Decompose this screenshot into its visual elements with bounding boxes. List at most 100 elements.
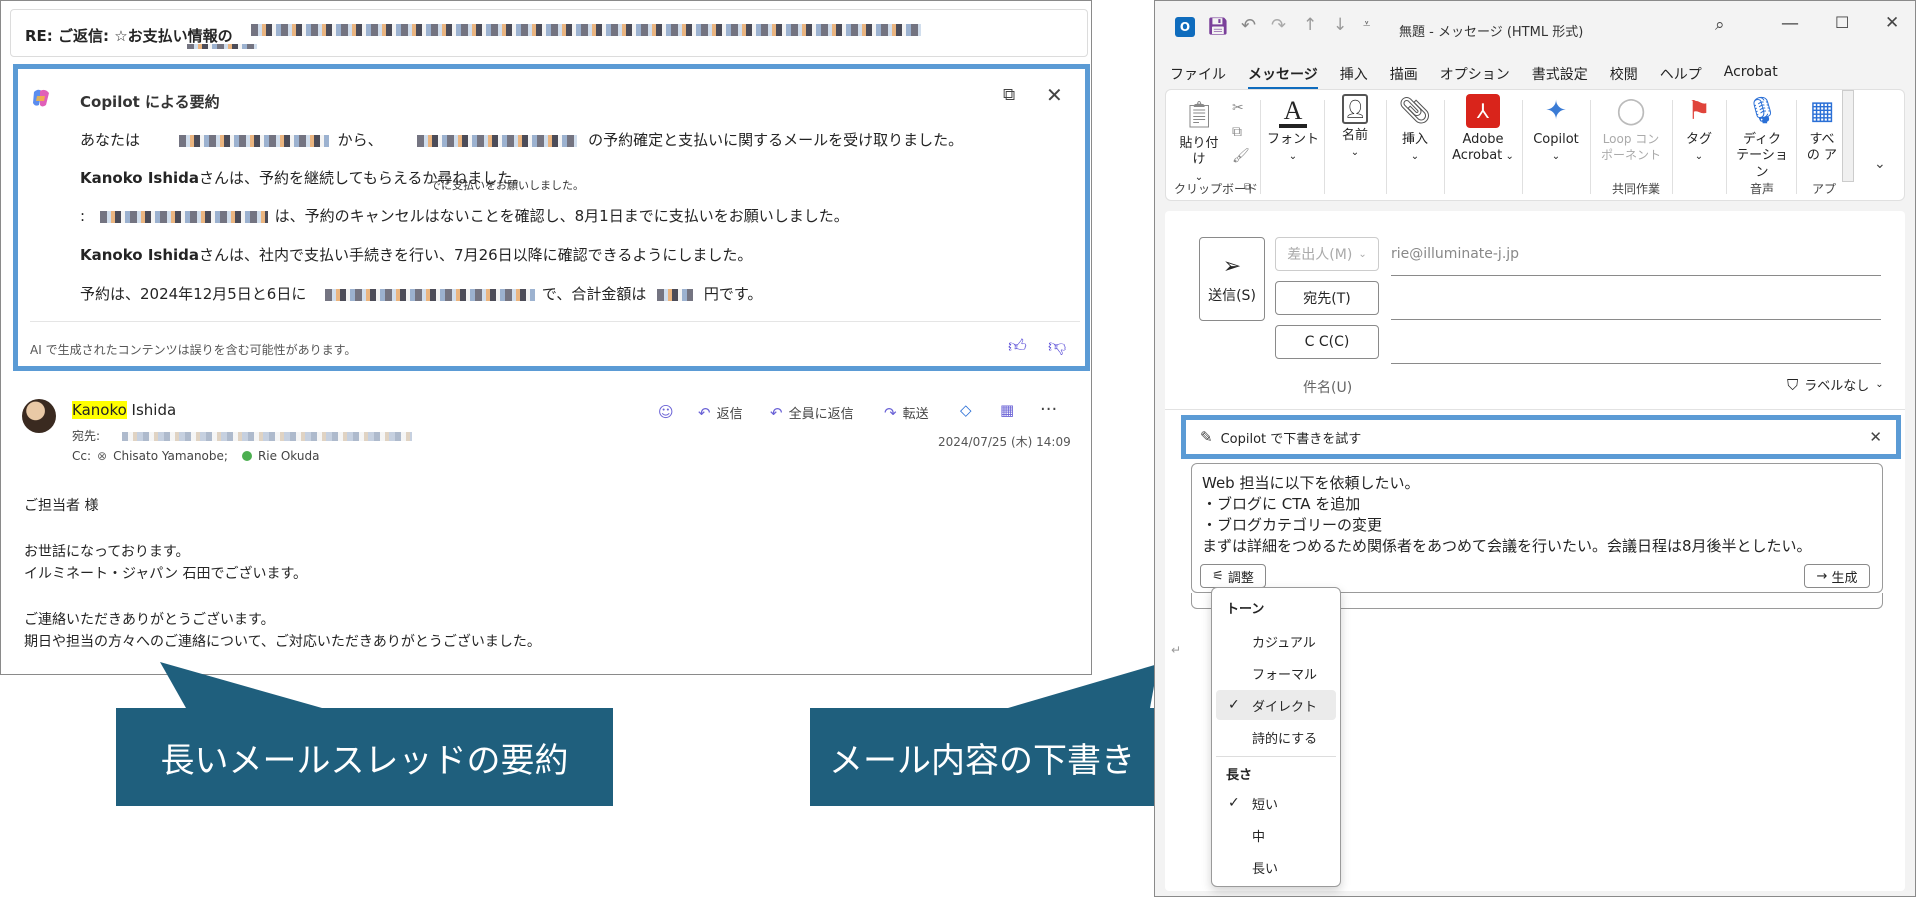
copilot-icon [30, 87, 52, 109]
length-option-short[interactable]: ✓ 短い [1216, 788, 1336, 818]
copy-icon[interactable]: ⧉ [1003, 85, 1015, 105]
from-button[interactable]: 差出人(M) ⌄ [1275, 237, 1379, 271]
generate-button[interactable]: → 生成 [1804, 564, 1870, 588]
check-icon: ✓ [1228, 697, 1240, 713]
undo-icon[interactable]: ↶ [1241, 15, 1256, 36]
outlook-compose-window: O 💾︎ ↶ ↷ ↑ ↓ ⩡ 無題 - メッセージ (HTML 形式) ⌕ — … [1154, 0, 1916, 897]
tone-option-direct[interactable]: ✓ ダイレクト [1216, 690, 1336, 720]
summary-divider [30, 321, 1080, 322]
adjust-dropdown-menu: トーン カジュアル フォーマル ✓ ダイレクト 詩的にする 長さ ✓ 短い 中 長い [1211, 587, 1341, 887]
ribbon-separator [1444, 100, 1445, 194]
from-value: rie@illuminate-j.jp [1391, 246, 1520, 262]
send-icon: ➢ [1222, 253, 1242, 279]
tab-review[interactable]: 校閲 [1610, 64, 1638, 89]
copilot-button[interactable]: ✦ Copilot ⌄ [1526, 94, 1586, 165]
emoji-button[interactable]: ☺ [658, 403, 674, 421]
apps-button[interactable]: ▦ [1000, 401, 1014, 419]
arrow-up-icon[interactable]: ↑ [1303, 15, 1317, 35]
cut-icon[interactable]: ✂ [1232, 100, 1244, 116]
check-icon: ✓ [1228, 795, 1240, 811]
subject-input[interactable] [1391, 371, 1771, 399]
adjust-button[interactable]: ⚟ 調整 [1200, 564, 1266, 588]
callout-pointer-right [1008, 664, 1158, 708]
prompt-line: まずは詳細をつめるため関係者をあつめて会議を行いたい。会議日程は8月後半としたい… [1202, 537, 1812, 555]
save-icon[interactable]: 💾︎ [1207, 17, 1229, 37]
reply-button[interactable]: ↶ 返信 [698, 403, 743, 423]
copilot-summary-card: Copilot による要約 ⧉ ✕ あなたは から、 の予約確定と支払いに関する… [13, 64, 1090, 371]
email-reading-pane: RE: ご返信: ☆お支払い情報の Copilot による要約 ⧉ ✕ あなたは… [0, 0, 1092, 675]
more-button[interactable]: ··· [1040, 399, 1057, 420]
tab-format[interactable]: 書式設定 [1532, 64, 1588, 89]
collapse-ribbon-icon[interactable]: ⌄ [1874, 156, 1886, 172]
to-input[interactable] [1391, 285, 1881, 313]
group-voice-label: 音声 [1750, 182, 1775, 196]
insert-button[interactable]: 📎︎ 挿入 ⌄ [1390, 94, 1440, 165]
close-icon[interactable]: ✕ [1046, 83, 1063, 107]
tone-option-poetic[interactable]: 詩的にする [1216, 722, 1336, 752]
sender-name[interactable]: Kanoko Ishida [72, 401, 176, 419]
thumbs-up-icon[interactable]: 👍︎ [1008, 335, 1027, 357]
ribbon-scrollbar[interactable] [1842, 90, 1854, 182]
all-apps-button[interactable]: ▦ すべの ア [1802, 94, 1842, 165]
length-option-medium[interactable]: 中 [1216, 820, 1336, 850]
avatar[interactable] [22, 399, 56, 433]
copilot-prompt-box[interactable]: Web 担当に以下を依頼したい。 ・ブログに CTA を追加 ・ブログカテゴリー… [1191, 463, 1883, 593]
ribbon-separator [1522, 100, 1523, 194]
close-window-icon[interactable]: ✕ [1885, 13, 1899, 33]
ribbon-separator [1672, 100, 1673, 194]
header-divider [1165, 409, 1905, 410]
length-option-long[interactable]: 長い [1216, 852, 1336, 882]
loop-component-button[interactable]: ◯ Loop コン ポーネント [1596, 94, 1666, 165]
loop-icon: ◯ [1616, 96, 1646, 126]
summary-title: Copilot による要約 [80, 93, 220, 111]
loop-button[interactable]: ◇ [960, 401, 972, 419]
arrow-down-icon[interactable]: ↓ [1333, 15, 1347, 35]
to-button[interactable]: 宛先(T) [1275, 281, 1379, 315]
tab-options[interactable]: オプション [1440, 64, 1510, 89]
forward-button[interactable]: ↷ 転送 [884, 403, 929, 423]
tone-option-formal[interactable]: フォーマル [1216, 658, 1336, 688]
tab-draw[interactable]: 描画 [1390, 64, 1418, 89]
maximize-icon[interactable]: ☐ [1835, 13, 1849, 32]
thumbs-down-icon[interactable]: 👎︎ [1048, 335, 1066, 357]
cc-row: Cc: ⊗ Chisato Yamanobe; Rie Okuda [72, 449, 320, 463]
apps-grid-icon: ▦ [1000, 401, 1015, 419]
email-message: Kanoko Ishida 宛先: Cc: ⊗ Chisato Yamanobe… [10, 379, 1088, 674]
dialog-launcher-icon[interactable]: ⧉ [1244, 182, 1251, 193]
reply-all-button[interactable]: ↶ 全員に返信 [770, 403, 854, 423]
paste-button[interactable]: 📋︎ 貼り付け ⌄ [1176, 98, 1222, 185]
copy-icon[interactable]: ⧉ [1232, 124, 1242, 140]
received-date: 2024/07/25 (木) 14:09 [938, 435, 1071, 449]
redo-icon[interactable]: ↷ [1271, 15, 1286, 36]
minimize-icon[interactable]: — [1781, 13, 1799, 34]
close-draft-icon[interactable]: ✕ [1869, 428, 1882, 446]
names-button[interactable]: 👤︎ 名前 ⌄ [1328, 94, 1382, 161]
hover-tooltip-fragment: でに支払いをお願いしました。 [430, 179, 584, 192]
adobe-acrobat-button[interactable]: ⅄ Adobe Acrobat ⌄ [1448, 94, 1518, 165]
body-line: イルミネート・ジャパン 石田でございます。 [24, 566, 308, 582]
cc-button[interactable]: C C(C) [1275, 325, 1379, 359]
to-row: 宛先: [72, 427, 412, 444]
ribbon-separator [1726, 100, 1727, 194]
tone-option-casual[interactable]: カジュアル [1216, 626, 1336, 656]
tab-message[interactable]: メッセージ [1248, 64, 1318, 89]
presence-icon [241, 451, 252, 461]
ribbon-separator [1386, 100, 1387, 194]
tab-file[interactable]: ファイル [1170, 64, 1226, 89]
ribbon-tabs: ファイル メッセージ 挿入 描画 オプション 書式設定 校閲 ヘルプ Acrob… [1170, 64, 1778, 89]
format-painter-icon[interactable]: 🖌︎ [1232, 148, 1250, 164]
tag-button[interactable]: ⚑ タグ ⌄ [1676, 94, 1722, 165]
search-icon[interactable]: ⌕ [1715, 15, 1725, 35]
flag-icon: ⚑ [1687, 96, 1711, 126]
tab-acrobat[interactable]: Acrobat [1724, 64, 1778, 89]
customize-qat-icon[interactable]: ⩡ [1363, 17, 1370, 32]
microphone-icon: 🎙︎ [1745, 96, 1779, 126]
send-button[interactable]: ➢ 送信(S) [1199, 237, 1265, 321]
from-underline [1391, 275, 1881, 276]
cc-input[interactable] [1391, 329, 1881, 357]
font-button[interactable]: A フォント ⌄ [1266, 94, 1320, 165]
tab-help[interactable]: ヘルプ [1660, 64, 1702, 89]
sensitivity-label-button[interactable]: ⛉ ラベルなし ⌄ [1787, 375, 1884, 395]
tab-insert[interactable]: 挿入 [1340, 64, 1368, 89]
dictate-button[interactable]: 🎙︎ ディク テーション [1732, 94, 1792, 181]
